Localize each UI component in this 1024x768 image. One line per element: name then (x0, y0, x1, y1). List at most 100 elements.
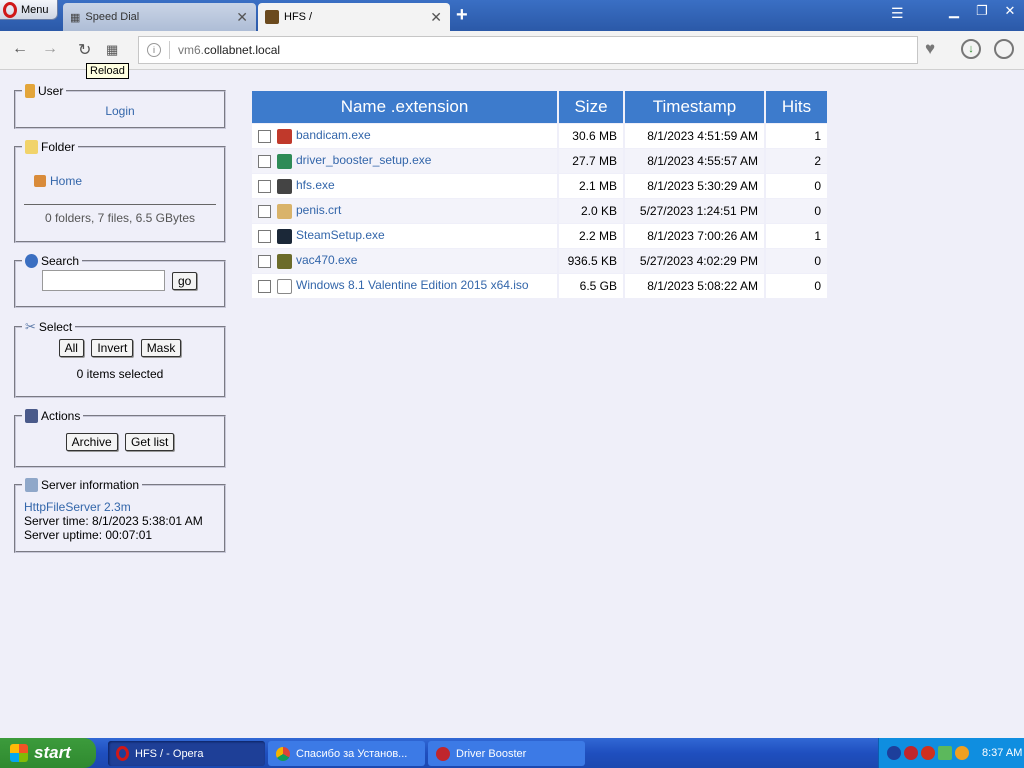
start-button[interactable]: start (0, 738, 96, 768)
server-name-link[interactable]: HttpFileServer 2.3m (24, 500, 131, 514)
opera-menu-button[interactable]: Menu (0, 0, 58, 20)
file-hits-cell: 0 (766, 274, 827, 298)
file-size-cell: 27.7 MB (559, 149, 623, 173)
search-go-button[interactable]: go (172, 271, 198, 290)
tab-label: Speed Dial (85, 11, 140, 23)
certificate-icon (277, 203, 292, 219)
file-size-cell: 2.1 MB (559, 174, 623, 198)
get-list-button[interactable]: Get list (125, 433, 175, 451)
close-tab-icon[interactable]: ✕ (236, 9, 248, 26)
download-icon[interactable]: ↓ (961, 39, 981, 59)
table-row: driver_booster_setup.exe 27.7 MB 8/1/2023 … (252, 149, 827, 173)
close-tab-icon[interactable]: ✕ (430, 9, 442, 26)
home-link[interactable]: Home (50, 174, 82, 188)
selection-status: 0 items selected (76, 367, 164, 381)
url-text[interactable]: vm6.collabnet.local (178, 43, 280, 57)
taskbar-item-chrome[interactable]: Спасибо за Установ... (268, 741, 425, 766)
archive-button[interactable]: Archive (65, 433, 118, 451)
file-name-cell: bandicam.exe (252, 124, 557, 148)
file-checkbox[interactable] (258, 229, 271, 243)
maximize-icon[interactable]: ❐ (968, 3, 996, 19)
tray-search-icon[interactable] (955, 746, 969, 760)
bookmark-heart-icon[interactable]: ♥ (925, 39, 935, 59)
user-panel: User Login (14, 84, 226, 129)
file-timestamp-cell: 8/1/2023 5:30:29 AM (625, 174, 764, 198)
file-link[interactable]: penis.crt (296, 203, 341, 217)
home-icon (34, 175, 46, 187)
invert-selection-button[interactable]: Invert (91, 339, 134, 357)
driver-booster-icon (436, 746, 450, 761)
column-timestamp-header[interactable]: Timestamp (625, 91, 764, 123)
window-controls: ▁ ❐ ✕ (940, 0, 1024, 22)
file-timestamp-cell: 5/27/2023 4:02:29 PM (625, 249, 764, 273)
tray-bluetooth-icon[interactable] (887, 746, 901, 760)
file-name-cell: penis.crt (252, 199, 557, 223)
tray-shield-icon[interactable] (921, 746, 935, 760)
taskbar-item-driver-booster[interactable]: Driver Booster (428, 741, 585, 766)
file-link[interactable]: Windows 8.1 Valentine Edition 2015 x64.i… (296, 278, 529, 292)
tab-hfs[interactable]: HFS / ✕ (258, 3, 450, 31)
tray-driver-booster-icon[interactable] (904, 746, 918, 760)
column-hits-header[interactable]: Hits (766, 91, 827, 123)
file-checkbox[interactable] (258, 204, 271, 218)
minimize-icon[interactable]: ▁ (940, 3, 968, 19)
select-panel: ✂ Select All Invert Mask 0 items selected (14, 319, 226, 398)
clock: 8:37 AM (982, 747, 1023, 759)
file-link[interactable]: SteamSetup.exe (296, 228, 385, 242)
folder-icon (25, 140, 38, 154)
table-header-row: Name .extension Size Timestamp Hits (252, 91, 827, 123)
mask-button[interactable]: Mask (140, 339, 182, 357)
file-checkbox[interactable] (258, 154, 271, 168)
file-checkbox[interactable] (258, 129, 271, 143)
table-row: SteamSetup.exe 2.2 MB 8/1/2023 7:00:26 AM 1 (252, 224, 827, 248)
address-bar[interactable]: i vm6.collabnet.local (138, 36, 918, 64)
file-name-cell: vac470.exe (252, 249, 557, 273)
file-checkbox[interactable] (258, 254, 271, 268)
file-timestamp-cell: 8/1/2023 4:51:59 AM (625, 124, 764, 148)
taskbar-item-opera[interactable]: HFS / - Opera (108, 741, 265, 766)
file-size-cell: 936.5 KB (559, 249, 623, 273)
reload-tooltip: Reload (86, 63, 129, 79)
account-icon[interactable] (994, 39, 1014, 59)
file-checkbox[interactable] (258, 179, 271, 193)
close-window-icon[interactable]: ✕ (996, 3, 1024, 19)
select-all-button[interactable]: All (58, 339, 84, 357)
file-size-cell: 30.6 MB (559, 124, 623, 148)
column-size-header[interactable]: Size (559, 91, 623, 123)
new-tab-button[interactable]: + (456, 4, 468, 27)
site-info-icon[interactable]: i (147, 43, 161, 57)
tab-speed-dial[interactable]: ▦ Speed Dial ✕ (63, 3, 256, 31)
file-link[interactable]: vac470.exe (296, 253, 357, 267)
tray-network-icon[interactable] (938, 746, 952, 760)
login-link[interactable]: Login (105, 104, 134, 118)
file-link[interactable]: bandicam.exe (296, 128, 371, 142)
file-size-cell: 2.0 KB (559, 199, 623, 223)
file-hits-cell: 0 (766, 249, 827, 273)
tab-menu-icon[interactable]: ☰ (891, 5, 904, 22)
scissors-icon: ✂ (25, 319, 36, 334)
file-name-cell: hfs.exe (252, 174, 557, 198)
column-name-header[interactable]: Name .extension (252, 91, 557, 123)
file-icon (277, 278, 292, 294)
speed-dial-grid-icon[interactable]: ▦ (106, 42, 118, 58)
table-row: penis.crt 2.0 KB 5/27/2023 1:24:51 PM 0 (252, 199, 827, 223)
back-icon[interactable]: ← (12, 40, 28, 58)
file-link[interactable]: hfs.exe (296, 178, 335, 192)
reload-icon[interactable]: ↻ (78, 40, 91, 60)
file-link[interactable]: driver_booster_setup.exe (296, 153, 431, 167)
search-input[interactable] (42, 270, 165, 291)
table-row: bandicam.exe 30.6 MB 8/1/2023 4:51:59 AM 1 (252, 124, 827, 148)
file-hits-cell: 2 (766, 149, 827, 173)
save-icon (25, 409, 38, 423)
vac-icon (277, 253, 292, 269)
file-checkbox[interactable] (258, 279, 271, 293)
forward-icon[interactable]: → (42, 40, 58, 58)
help-icon (25, 254, 38, 268)
server-info-panel: Server information HttpFileServer 2.3m S… (14, 478, 226, 553)
table-row: vac470.exe 936.5 KB 5/27/2023 4:02:29 PM 0 (252, 249, 827, 273)
windows-logo-icon (10, 744, 28, 762)
divider (169, 41, 170, 59)
server-uptime: Server uptime: 00:07:01 (24, 528, 153, 542)
navigation-bar: ← → ↻ ▦ i vm6.collabnet.local (0, 31, 1024, 70)
file-hits-cell: 1 (766, 124, 827, 148)
